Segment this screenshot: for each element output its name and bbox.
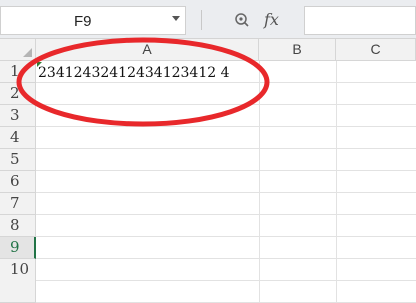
column-header-a[interactable]: A: [36, 39, 259, 61]
grid-row[interactable]: [36, 149, 416, 171]
grid-row[interactable]: [36, 193, 416, 215]
formula-bar-divider: [201, 10, 202, 30]
zoom-icon[interactable]: [234, 12, 250, 28]
row-header-2[interactable]: 2: [0, 83, 36, 105]
chevron-down-icon[interactable]: [172, 16, 180, 21]
column-header-b[interactable]: B: [259, 39, 336, 61]
row-header-3[interactable]: 3: [0, 105, 36, 127]
select-all-icon: [23, 48, 32, 57]
select-all-corner[interactable]: [0, 39, 36, 61]
row-header-7[interactable]: 7: [0, 193, 36, 215]
row-header-6[interactable]: 6: [0, 171, 36, 193]
formula-bar: F9 fx: [0, 0, 416, 39]
fx-icon[interactable]: fx: [264, 10, 279, 29]
row-header-8[interactable]: 8: [0, 215, 36, 237]
name-box-value: F9: [74, 13, 92, 30]
formula-input[interactable]: [304, 6, 416, 35]
row-header-4[interactable]: 4: [0, 127, 36, 149]
grid-row[interactable]: [36, 127, 416, 149]
column-gridline: [259, 61, 260, 303]
grid-row[interactable]: [36, 259, 416, 281]
grid-row[interactable]: [36, 83, 416, 105]
grid-row[interactable]: [36, 281, 416, 303]
column-gridline: [336, 61, 337, 303]
grid-row[interactable]: [36, 105, 416, 127]
column-header-c[interactable]: C: [336, 39, 416, 61]
row-header-10[interactable]: 10: [0, 259, 36, 303]
row-header-9[interactable]: 9: [0, 237, 36, 259]
row-header-1[interactable]: 1: [0, 61, 36, 83]
row-header-5[interactable]: 5: [0, 149, 36, 171]
grid-row[interactable]: [36, 237, 416, 259]
grid-row[interactable]: [36, 171, 416, 193]
cell-a1[interactable]: 23412432412434123412 4: [38, 65, 230, 81]
name-box[interactable]: F9: [0, 6, 186, 35]
grid-row[interactable]: [36, 215, 416, 237]
